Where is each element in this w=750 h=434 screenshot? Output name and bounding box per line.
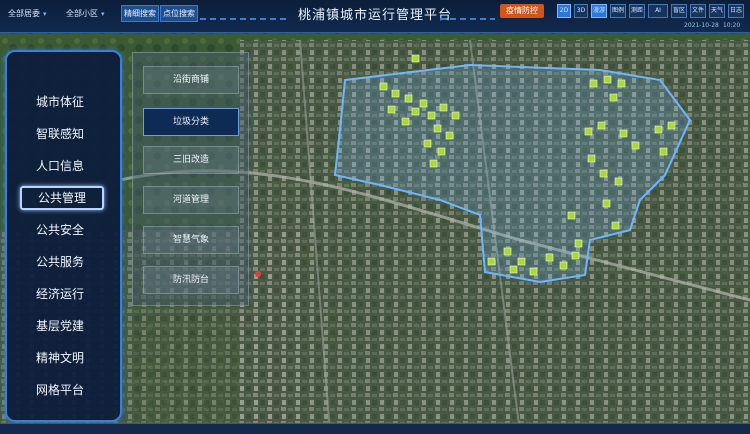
nav-item-party-building[interactable]: 基层党建 xyxy=(20,314,100,338)
datetime: 2021-10-28 10:20 xyxy=(680,22,740,29)
map-tool-button[interactable]: 日志 xyxy=(728,4,744,18)
map-tool-button[interactable]: 盲区 xyxy=(671,4,687,18)
trash-bin-marker[interactable] xyxy=(654,125,663,134)
date-text: 2021-10-28 xyxy=(684,22,719,29)
trash-bin-marker[interactable] xyxy=(379,82,388,91)
trash-bin-marker[interactable] xyxy=(603,75,612,84)
trash-bin-marker[interactable] xyxy=(451,111,460,120)
map-tool-button[interactable]: AI xyxy=(648,4,668,18)
trash-bin-marker[interactable] xyxy=(419,99,428,108)
trash-bin-marker[interactable] xyxy=(584,127,593,136)
nav-item-economy[interactable]: 经济运行 xyxy=(20,282,100,306)
trash-bin-marker[interactable] xyxy=(427,111,436,120)
trash-bin-marker[interactable] xyxy=(631,141,640,150)
nav-item-smart-sensing[interactable]: 智联感知 xyxy=(20,122,100,146)
map-tool-button[interactable]: 2D xyxy=(557,4,571,18)
nav-item-civilization[interactable]: 精神文明 xyxy=(20,346,100,370)
trash-bin-marker[interactable] xyxy=(587,154,596,163)
region-select[interactable]: 全部居委 ▾ xyxy=(8,6,47,22)
trash-bin-marker[interactable] xyxy=(617,79,626,88)
bottom-bar xyxy=(0,423,750,434)
trash-bin-marker[interactable] xyxy=(599,169,608,178)
trash-bin-marker[interactable] xyxy=(529,267,538,276)
nav-item-population[interactable]: 人口信息 xyxy=(20,154,100,178)
trash-bin-marker[interactable] xyxy=(433,124,442,133)
epidemic-control-button[interactable]: 疫情防控 xyxy=(500,4,544,18)
trash-bin-marker[interactable] xyxy=(423,139,432,148)
chevron-down-icon: ▾ xyxy=(43,10,47,18)
sub-item-street-shops[interactable]: 沿街商铺 xyxy=(143,66,239,94)
map-tool-button[interactable]: 3D xyxy=(574,4,588,18)
map-tool-button[interactable]: 天气 xyxy=(709,4,725,18)
main-nav-panel: 城市体征 智联感知 人口信息 公共管理 公共安全 公共服务 经济运行 基层党建 … xyxy=(5,50,122,422)
trash-bin-marker[interactable] xyxy=(574,239,583,248)
nav-item-public-safety[interactable]: 公共安全 xyxy=(20,218,100,242)
community-select-value: 全部小区 xyxy=(66,9,98,18)
trash-bin-marker[interactable] xyxy=(597,121,606,130)
trash-bin-marker[interactable] xyxy=(517,257,526,266)
trash-bin-marker[interactable] xyxy=(411,54,420,63)
trash-bin-marker[interactable] xyxy=(659,147,668,156)
trash-bin-marker[interactable] xyxy=(611,221,620,230)
trash-bin-marker[interactable] xyxy=(401,117,410,126)
map-tool-button[interactable]: 测距 xyxy=(629,4,645,18)
sub-item-river-management[interactable]: 河道管理 xyxy=(143,186,239,214)
trash-bin-marker[interactable] xyxy=(387,105,396,114)
trash-bin-marker[interactable] xyxy=(567,211,576,220)
map-tool-button[interactable]: 漫游 xyxy=(591,4,607,18)
chevron-down-icon: ▾ xyxy=(101,10,105,18)
point-search-button[interactable]: 点位搜索 xyxy=(160,5,198,22)
time-text: 10:20 xyxy=(722,22,741,29)
region-select-value: 全部居委 xyxy=(8,9,40,18)
trash-bin-marker[interactable] xyxy=(589,79,598,88)
trash-bin-marker[interactable] xyxy=(391,89,400,98)
trash-bin-marker[interactable] xyxy=(602,199,611,208)
title-decoration-right xyxy=(440,18,495,20)
community-select[interactable]: 全部小区 ▾ xyxy=(66,6,105,22)
trash-bin-marker[interactable] xyxy=(545,253,554,262)
sub-nav-panel: 沿街商铺 垃圾分类 三旧改造 河道管理 智慧气象 防汛防台 xyxy=(132,52,249,306)
page-title: 桃浦镇城市运行管理平台 xyxy=(297,8,452,23)
nav-item-public-management[interactable]: 公共管理 xyxy=(20,186,104,210)
sub-item-flood-prevention[interactable]: 防汛防台 xyxy=(143,266,239,294)
trash-bin-marker[interactable] xyxy=(667,121,676,130)
trash-bin-marker[interactable] xyxy=(439,103,448,112)
sub-item-garbage-sorting[interactable]: 垃圾分类 xyxy=(143,108,239,136)
nav-item-grid-platform[interactable]: 网格平台 xyxy=(20,378,100,402)
trash-bin-marker[interactable] xyxy=(445,131,454,140)
trash-bin-marker[interactable] xyxy=(509,265,518,274)
map-tool-button[interactable]: 图例 xyxy=(610,4,626,18)
trash-bin-marker[interactable] xyxy=(429,159,438,168)
top-bar: 全部居委 ▾ 全部小区 ▾ 精细搜索 点位搜索 桃浦镇城市运行管理平台 疫情防控 2… xyxy=(0,0,750,33)
trash-bin-marker[interactable] xyxy=(614,177,623,186)
sub-item-renovation[interactable]: 三旧改造 xyxy=(143,146,239,174)
trash-bin-marker[interactable] xyxy=(411,107,420,116)
sub-item-smart-weather[interactable]: 智慧气象 xyxy=(143,226,239,254)
fine-search-button[interactable]: 精细搜索 xyxy=(121,5,159,22)
nav-item-public-service[interactable]: 公共服务 xyxy=(20,250,100,274)
trash-bin-marker[interactable] xyxy=(404,94,413,103)
trash-bin-marker[interactable] xyxy=(487,257,496,266)
trash-bin-marker[interactable] xyxy=(609,93,618,102)
nav-item-city-signs[interactable]: 城市体征 xyxy=(20,90,100,114)
trash-bin-marker[interactable] xyxy=(619,129,628,138)
trash-bin-marker[interactable] xyxy=(559,261,568,270)
map-tool-button[interactable]: 文件 xyxy=(690,4,706,18)
trash-bin-marker[interactable] xyxy=(437,147,446,156)
trash-bin-marker[interactable] xyxy=(503,247,512,256)
trash-bin-marker[interactable] xyxy=(571,251,580,260)
